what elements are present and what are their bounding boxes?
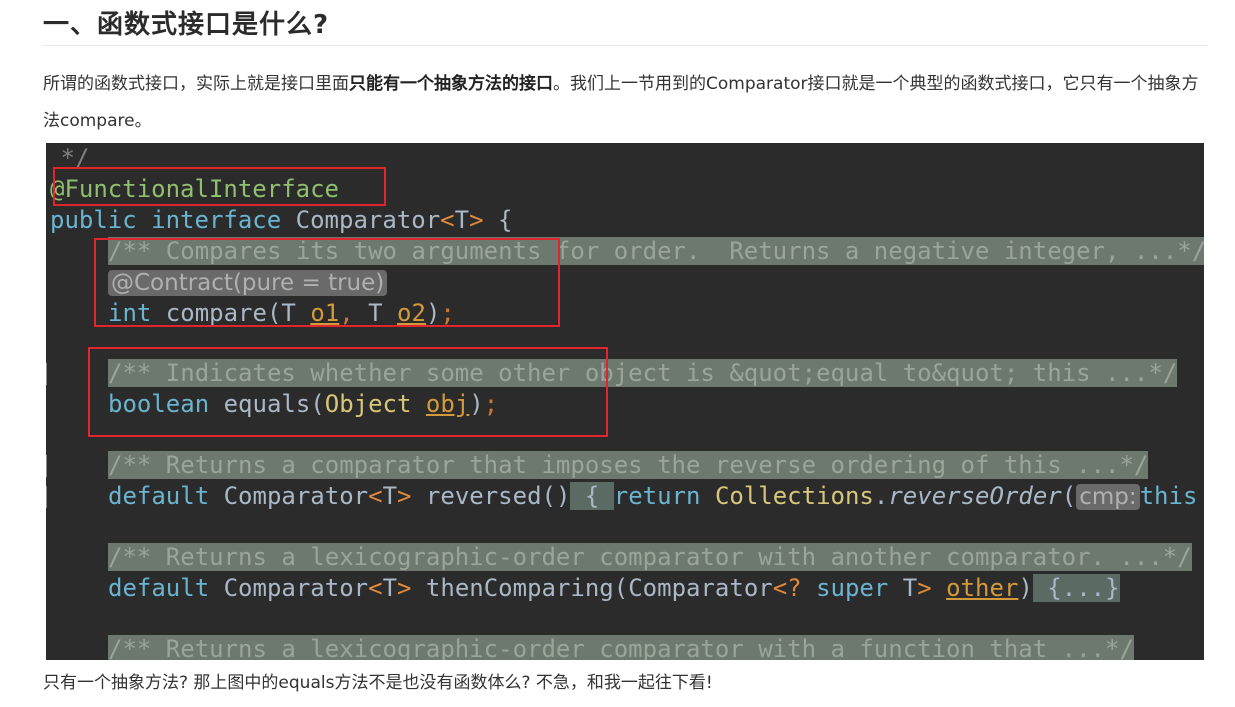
generic-close: > — [469, 206, 484, 234]
kw-super: super — [816, 574, 889, 602]
type-comparator: Comparator — [223, 482, 369, 510]
generic-open: < — [368, 574, 383, 602]
generic-open: < — [440, 206, 455, 234]
type-comparator: Comparator — [223, 574, 369, 602]
kw-default: default — [108, 574, 210, 602]
code-screenshot: */ @FunctionalInterface public interface… — [46, 143, 1204, 660]
gutter-mark — [46, 455, 47, 477]
doc-function: /** Returns a lexicographic-order compar… — [108, 635, 1134, 660]
kw-public: public — [50, 206, 137, 234]
class-collections: Collections — [714, 482, 874, 510]
dot: . — [873, 482, 889, 510]
kw-interface: interface — [151, 206, 282, 234]
gutter-mark — [46, 363, 47, 385]
code-line-doc-thencomparing: /** Returns a lexicographic-order compar… — [108, 542, 1192, 572]
gutter-mark — [46, 486, 47, 508]
type-comparator: Comparator — [295, 206, 441, 234]
para-bold: 只能有一个抽象方法的接口 — [349, 74, 553, 94]
doc-reversed: /** Returns a comparator that imposes th… — [108, 451, 1149, 479]
type-param: T — [382, 482, 398, 510]
type-param: T — [902, 574, 918, 602]
closing-paragraph: 只有一个抽象方法? 那上图中的equals方法不是也没有函数体么? 不急，和我一… — [43, 673, 713, 693]
code-line-doc-function: /** Returns a lexicographic-order compar… — [108, 634, 1134, 660]
code-line-thencomparing: default Comparator<T> thenComparing(Comp… — [108, 573, 1120, 603]
generic-close: > — [397, 574, 412, 602]
method-thencomparing: thenComparing( — [411, 574, 629, 602]
generic-close: > — [917, 574, 932, 602]
method-reverseorder: reverseOrder — [888, 482, 1062, 510]
doc-thencomparing: /** Returns a lexicographic-order compar… — [108, 543, 1192, 571]
code-line-reversed: default Comparator<T> reversed() { retur… — [108, 481, 1197, 511]
heading-divider — [43, 45, 1208, 46]
open-brace: { — [483, 206, 513, 234]
generic-close: > — [397, 482, 412, 510]
highlight-box-compare — [94, 238, 560, 327]
highlight-box-annotation — [53, 167, 386, 206]
intro-paragraph: 所谓的函数式接口，实际上就是接口里面只能有一个抽象方法的接口。我们上一节用到的C… — [43, 66, 1208, 140]
kw-default: default — [108, 482, 210, 510]
method-reversed: reversed() — [411, 482, 571, 510]
generic-open: < — [772, 574, 788, 602]
folded-body: {...} — [1032, 574, 1120, 602]
fold-open-brace: { — [570, 482, 614, 510]
param-other: other — [946, 574, 1019, 602]
wildcard: ? — [787, 574, 817, 602]
para-text-1: 所谓的函数式接口，实际上就是接口里面 — [43, 74, 349, 94]
generic-open: < — [368, 482, 383, 510]
param-hint-cmp: cmp: — [1076, 484, 1140, 510]
type-param: T — [382, 574, 398, 602]
code-line-interface-decl: public interface Comparator<T> { — [50, 205, 512, 235]
kw-return: return — [613, 482, 701, 510]
kw-this: this — [1139, 482, 1198, 510]
type-param: T — [454, 206, 470, 234]
type-comparator: Comparator — [628, 574, 773, 602]
close-paren: ) — [1018, 574, 1033, 602]
open-paren: ( — [1061, 482, 1077, 510]
code-line-doc-reversed: /** Returns a comparator that imposes th… — [108, 450, 1149, 480]
highlight-box-equals — [88, 347, 608, 437]
section-heading: 一、函数式接口是什么? — [43, 10, 330, 40]
